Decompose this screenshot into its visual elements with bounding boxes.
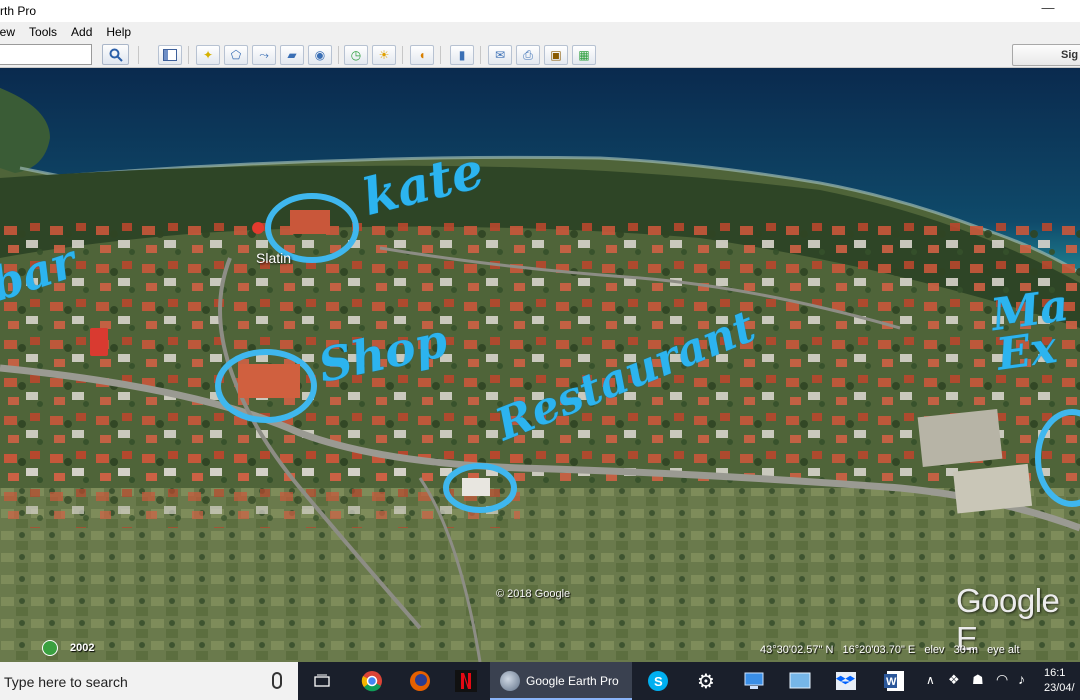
taskbar-search-placeholder: Type here to search [4,674,128,690]
taskbar-firefox[interactable] [406,662,434,700]
taskbar-skype[interactable]: S [644,662,672,700]
elevation-label: elev [924,644,945,656]
taskbar-app-store[interactable] [786,662,814,700]
place-label[interactable]: Slatin [256,250,291,266]
longitude: 16°20'03.70" E [842,644,916,656]
save-image-icon: ▣ [550,48,562,62]
toolbar-separator [440,46,441,64]
microphone-icon[interactable] [272,672,282,689]
taskbar: Type here to search Google Earth Pro S ⚙… [0,662,1080,700]
add-path-button[interactable]: ⤳ [252,45,276,65]
toolbar-separator [402,46,403,64]
taskbar-google-earth-pro[interactable]: Google Earth Pro [490,662,632,700]
people-icon[interactable]: ☗ [972,672,984,688]
toolbar-separator [138,46,139,64]
imagery-copyright: © 2018 Google [496,588,571,600]
google-earth-icon [500,671,520,691]
search-input[interactable] [0,44,92,65]
title-bar: rth Pro — [0,0,1080,22]
taskbar-dropbox[interactable] [832,662,860,700]
taskbar-app-label: Google Earth Pro [526,674,619,688]
map-view[interactable]: Slatin kate Shop Restaurant bar Ma Ex © … [0,68,1080,662]
firefox-icon [410,671,430,691]
add-polygon-button[interactable]: ⬠ [224,45,248,65]
skype-icon: S [648,671,668,691]
menu-view[interactable]: iew [0,25,15,39]
svg-text:S: S [654,674,663,689]
menu-add[interactable]: Add [71,25,92,39]
sunlight-icon: ☀ [378,48,390,62]
taskbar-settings[interactable]: ⚙ [692,662,720,700]
task-view-button[interactable] [308,662,336,700]
ruler-button[interactable]: ▮ [450,45,474,65]
taskbar-chrome[interactable] [358,662,386,700]
record-tour-button[interactable]: ◉ [308,45,332,65]
planets-icon: ◖ [418,48,426,62]
toolbar-separator [338,46,339,64]
minimize-button[interactable]: — [1038,0,1058,15]
menu-tools[interactable]: Tools [29,25,57,39]
dropbox-icon [835,672,856,690]
print-icon: ⎙ [523,47,533,62]
imagery-year: 2002 [70,642,95,654]
wifi-icon[interactable]: ◠ [996,671,1008,688]
taskbar-netflix[interactable] [452,662,480,700]
menu-bar: iew Tools Add Help [0,22,1080,42]
netflix-icon [455,670,477,692]
toolbar: ✦ ⬠ ⤳ ▰ ◉ ◷ ☀ ◖ ▮ ✉ ⎙ ▣ ▦ Sig [0,42,1080,68]
dropbox-tray-icon[interactable]: ❖ [948,672,960,688]
sidebar-button[interactable] [158,45,182,65]
clock-date: 23/04/ [1044,682,1075,694]
email-button[interactable]: ✉ [488,45,512,65]
screen-icon [789,672,811,689]
chevron-up-icon[interactable]: ∧ [926,673,935,687]
sunlight-button[interactable]: ☀ [372,45,396,65]
task-view-icon [314,674,330,687]
taskbar-clock[interactable]: 16:1 23/04/ [1044,666,1075,696]
historical-imagery-icon[interactable] [42,640,58,656]
ruler-icon: ▮ [458,48,466,62]
taskbar-app-connect[interactable] [740,662,768,700]
add-placemark-button[interactable]: ✦ [196,45,220,65]
historical-imagery-icon: ◷ [350,48,362,62]
monitor-icon [744,672,764,689]
view-in-maps-button[interactable]: ▦ [572,45,596,65]
overlay-icon: ▰ [287,48,297,62]
search-button[interactable] [102,44,129,65]
chrome-icon [361,671,382,692]
polygon-icon: ⬠ [230,48,242,62]
elevation-value: 30 m [953,644,979,656]
menu-help[interactable]: Help [106,25,131,39]
toolbar-separator [480,46,481,64]
word-icon: W [884,671,904,691]
map-view-icon: ▦ [578,48,590,62]
save-image-button[interactable]: ▣ [544,45,568,65]
latitude: 43°30'02.57" N [760,644,834,656]
taskbar-word[interactable]: W [880,662,908,700]
planets-button[interactable]: ◖ [410,45,434,65]
svg-text:W: W [886,676,897,688]
email-icon: ✉ [494,48,506,62]
annotation-right: Ma Ex [988,279,1072,381]
search-icon [109,48,123,62]
gear-icon: ⚙ [697,670,715,693]
toolbar-separator [188,46,189,64]
print-button[interactable]: ⎙ [516,45,540,65]
clock-time: 16:1 [1044,667,1066,679]
sign-in-button[interactable]: Sig [1012,44,1080,66]
satellite-imagery [0,68,1080,662]
eye-altitude-label: eye alt [987,644,1020,656]
volume-icon[interactable]: ♪ [1018,671,1025,687]
add-overlay-button[interactable]: ▰ [280,45,304,65]
taskbar-search[interactable]: Type here to search [0,662,298,700]
status-bar: 43°30'02.57" N 16°20'03.70" E elev 30 m … [760,644,1026,656]
record-tour-icon: ◉ [314,48,326,62]
path-icon: ⤳ [259,47,269,62]
placemark-icon: ✦ [202,48,214,62]
sidebar-icon [163,49,177,61]
window-title: rth Pro [0,4,37,18]
historical-imagery-button[interactable]: ◷ [344,45,368,65]
